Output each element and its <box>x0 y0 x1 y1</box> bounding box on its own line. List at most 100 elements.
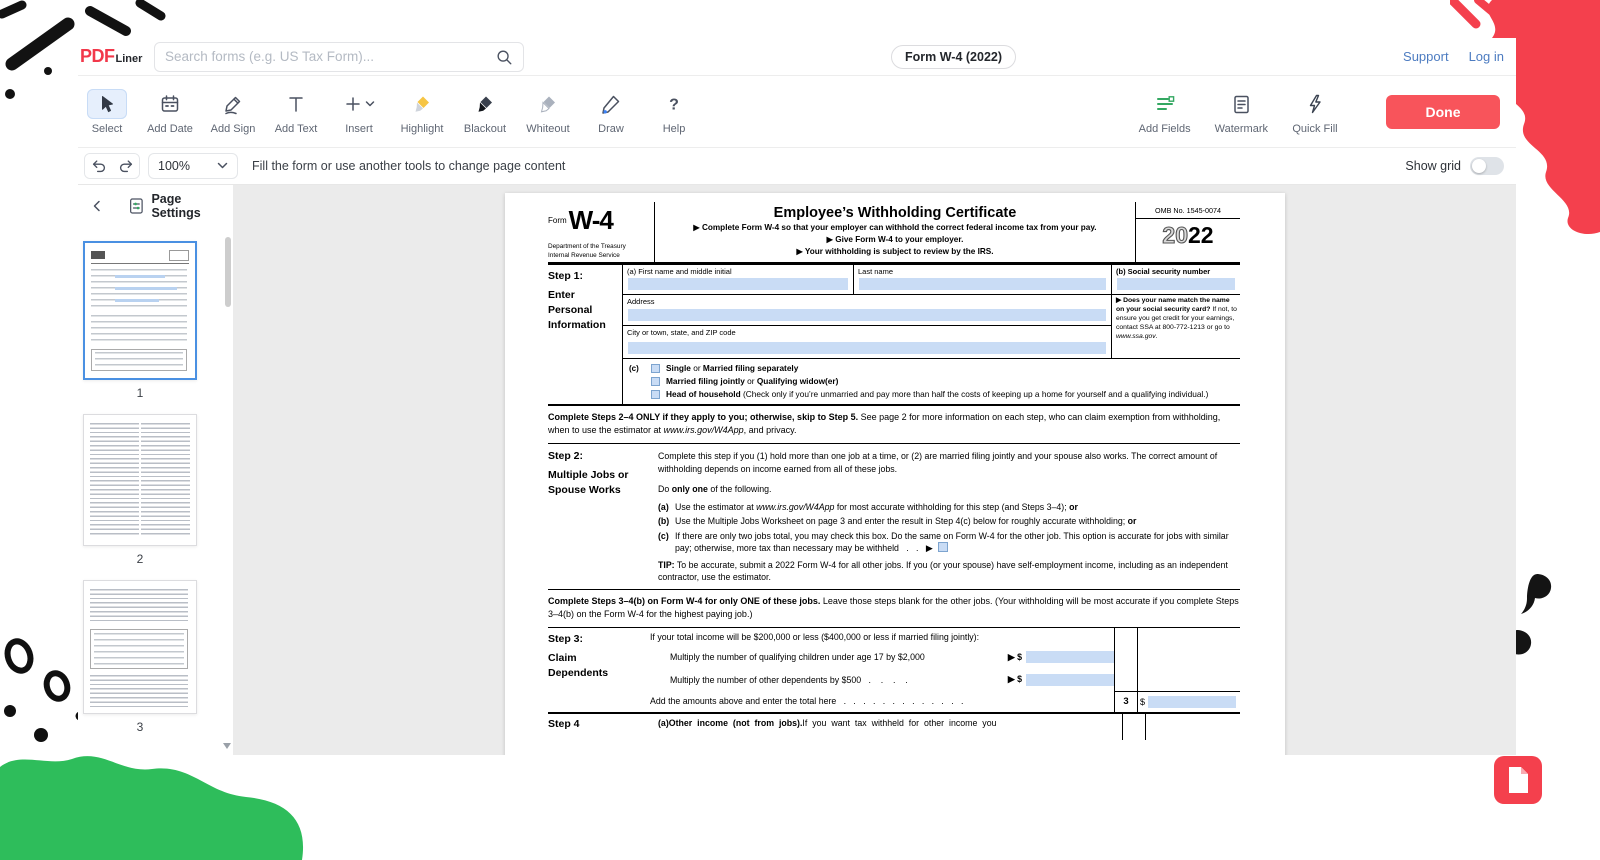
qualifying-children-amount-field[interactable] <box>1026 651 1114 663</box>
step2-paragraph-2: Do only one of the following. <box>658 483 1240 495</box>
step2-label: Step 2: <box>548 450 658 462</box>
tool-highlight[interactable]: Highlight <box>399 89 445 135</box>
sidebar-scrollbar-thumb[interactable] <box>225 237 231 307</box>
highlighter-icon <box>411 93 433 115</box>
plus-icon <box>344 95 362 113</box>
step2-paragraph-1: Complete this step if you (1) hold more … <box>658 450 1240 475</box>
page-number-3: 3 <box>83 720 197 734</box>
zoom-select[interactable]: 100% <box>148 153 238 179</box>
other-dependents-text: Multiply the number of other dependents … <box>670 675 908 685</box>
show-grid-label: Show grid <box>1405 159 1461 173</box>
married-jointly-option-label: Married filing jointly or Qualifying wid… <box>666 376 838 386</box>
single-checkbox[interactable] <box>651 364 660 373</box>
sidebar-scroll-down-arrow[interactable] <box>223 743 231 749</box>
tool-blackout[interactable]: Blackout <box>462 89 508 135</box>
calendar-icon <box>159 93 181 115</box>
page-settings-icon <box>128 197 145 215</box>
tool-add-text[interactable]: Add Text <box>273 89 319 135</box>
form-bullet-2: ▶ Give Form W-4 to your employer. <box>662 234 1128 245</box>
login-link[interactable]: Log in <box>1469 49 1504 64</box>
other-dependents-amount-field[interactable] <box>1026 674 1114 686</box>
step2c-tag: (c) <box>658 530 675 555</box>
step1-section: Step 1: Enter Personal Information (a) F… <box>548 265 1240 406</box>
collapse-sidebar-button[interactable] <box>84 193 110 219</box>
omb-number: OMB No. 1545-0074 <box>1136 202 1240 219</box>
tool-quick-fill[interactable]: Quick Fill <box>1292 89 1338 135</box>
blackout-marker-icon <box>474 93 496 115</box>
dept-line-1: Department of the Treasury <box>548 243 652 252</box>
first-name-field[interactable] <box>628 278 848 290</box>
step3-label: Step 3: <box>548 633 650 645</box>
redo-icon <box>117 157 135 175</box>
toolbar-hint-text: Fill the form or use another tools to ch… <box>252 159 565 173</box>
document-canvas[interactable]: FormW-4 Department of the Treasury Inter… <box>233 185 1516 755</box>
tool-select[interactable]: Select <box>84 89 130 135</box>
step1-sublabel: Enter Personal Information <box>548 288 612 332</box>
tool-watermark[interactable]: Watermark <box>1215 89 1268 135</box>
form-number: W-4 <box>569 205 613 236</box>
support-link[interactable]: Support <box>1403 49 1449 64</box>
step2-tip: TIP: To be accurate, submit a 2022 Form … <box>658 559 1240 584</box>
city-field[interactable] <box>628 342 1106 354</box>
redo-button[interactable] <box>112 154 139 178</box>
step2-section: Step 2: Multiple Jobs or Spouse Works Co… <box>548 444 1240 589</box>
search-icon <box>495 48 513 66</box>
dept-line-2: Internal Revenue Service <box>548 252 652 261</box>
step1c-label: (c) <box>629 363 651 399</box>
undo-button[interactable] <box>85 154 112 178</box>
first-name-label: (a) First name and middle initial <box>627 267 851 276</box>
step4-section: Step 4 (a) Other income (not from jobs).… <box>548 714 1240 740</box>
page-settings-button[interactable]: Page Settings <box>128 192 233 220</box>
ssn-field[interactable] <box>1117 278 1235 290</box>
head-of-household-checkbox[interactable] <box>651 390 660 399</box>
single-option-label: Single or Married filing separately <box>666 363 798 373</box>
tool-add-sign[interactable]: Add Sign <box>210 89 256 135</box>
page-thumbnail-2[interactable] <box>83 414 197 546</box>
tool-help[interactable]: ? Help <box>651 89 697 135</box>
step3-sublabel: Claim Dependents <box>548 651 618 680</box>
ssa-note: ▶ Does your name match the name on your … <box>1111 295 1240 358</box>
top-bar: PDFLiner Form W-4 (2022) Support Log in <box>78 38 1516 76</box>
tool-add-date[interactable]: Add Date <box>147 89 193 135</box>
undo-icon <box>90 157 108 175</box>
current-form-badge: Form W-4 (2022) <box>891 45 1016 69</box>
page-thumbnail-3[interactable] <box>83 580 197 714</box>
step4a-text: (a) Other income (not from jobs). If you… <box>658 714 1122 740</box>
married-jointly-checkbox[interactable] <box>651 377 660 386</box>
form-year: 2022 <box>1136 222 1240 249</box>
tool-add-fields[interactable]: Add Fields <box>1139 89 1191 135</box>
tool-insert[interactable]: Insert <box>336 89 382 135</box>
search-forms-box[interactable] <box>154 42 524 72</box>
step4-label: Step 4 <box>548 718 658 730</box>
editor-toolbar: Select Add Date Add Sign Add Text Insert <box>78 76 1516 148</box>
total-dependents-text: Add the amounts above and enter the tota… <box>650 696 963 706</box>
address-field[interactable] <box>628 309 1106 321</box>
select-cursor-icon <box>96 93 118 115</box>
page-settings-label: Page Settings <box>151 192 233 220</box>
show-grid-toggle[interactable] <box>1470 157 1504 175</box>
step2b-tag: (b) <box>658 515 675 527</box>
two-jobs-checkbox[interactable] <box>938 542 948 552</box>
svg-text:?: ? <box>669 96 679 113</box>
page-thumbnail-1[interactable] <box>83 241 197 380</box>
tool-draw[interactable]: Draw <box>588 89 634 135</box>
city-label: City or town, state, and ZIP code <box>627 328 1109 337</box>
total-dependents-amount-field[interactable] <box>1148 696 1236 708</box>
step2a-tag: (a) <box>658 501 675 513</box>
last-name-field[interactable] <box>859 278 1106 290</box>
draw-pen-icon <box>600 93 622 115</box>
logo-pdf-text: PDF <box>80 46 115 67</box>
search-input[interactable] <box>165 49 495 64</box>
line-3-number: 3 <box>1114 691 1137 712</box>
quick-fill-bolt-icon <box>1304 93 1326 115</box>
done-button[interactable]: Done <box>1386 95 1500 129</box>
step2-sublabel: Multiple Jobs or Spouse Works <box>548 468 630 497</box>
tool-whiteout[interactable]: Whiteout <box>525 89 571 135</box>
pdfliner-app: PDFLiner Form W-4 (2022) Support Log in … <box>78 38 1516 756</box>
w4-form-page: FormW-4 Department of the Treasury Inter… <box>505 193 1285 755</box>
form-bullet-1: ▶ Complete Form W-4 so that your employe… <box>662 222 1128 233</box>
pdfliner-logo[interactable]: PDFLiner <box>80 46 152 67</box>
help-icon: ? <box>663 93 685 115</box>
step3-section: Step 3: Claim Dependents If your total i… <box>548 628 1240 714</box>
ssn-label: (b) Social security number <box>1116 267 1238 276</box>
